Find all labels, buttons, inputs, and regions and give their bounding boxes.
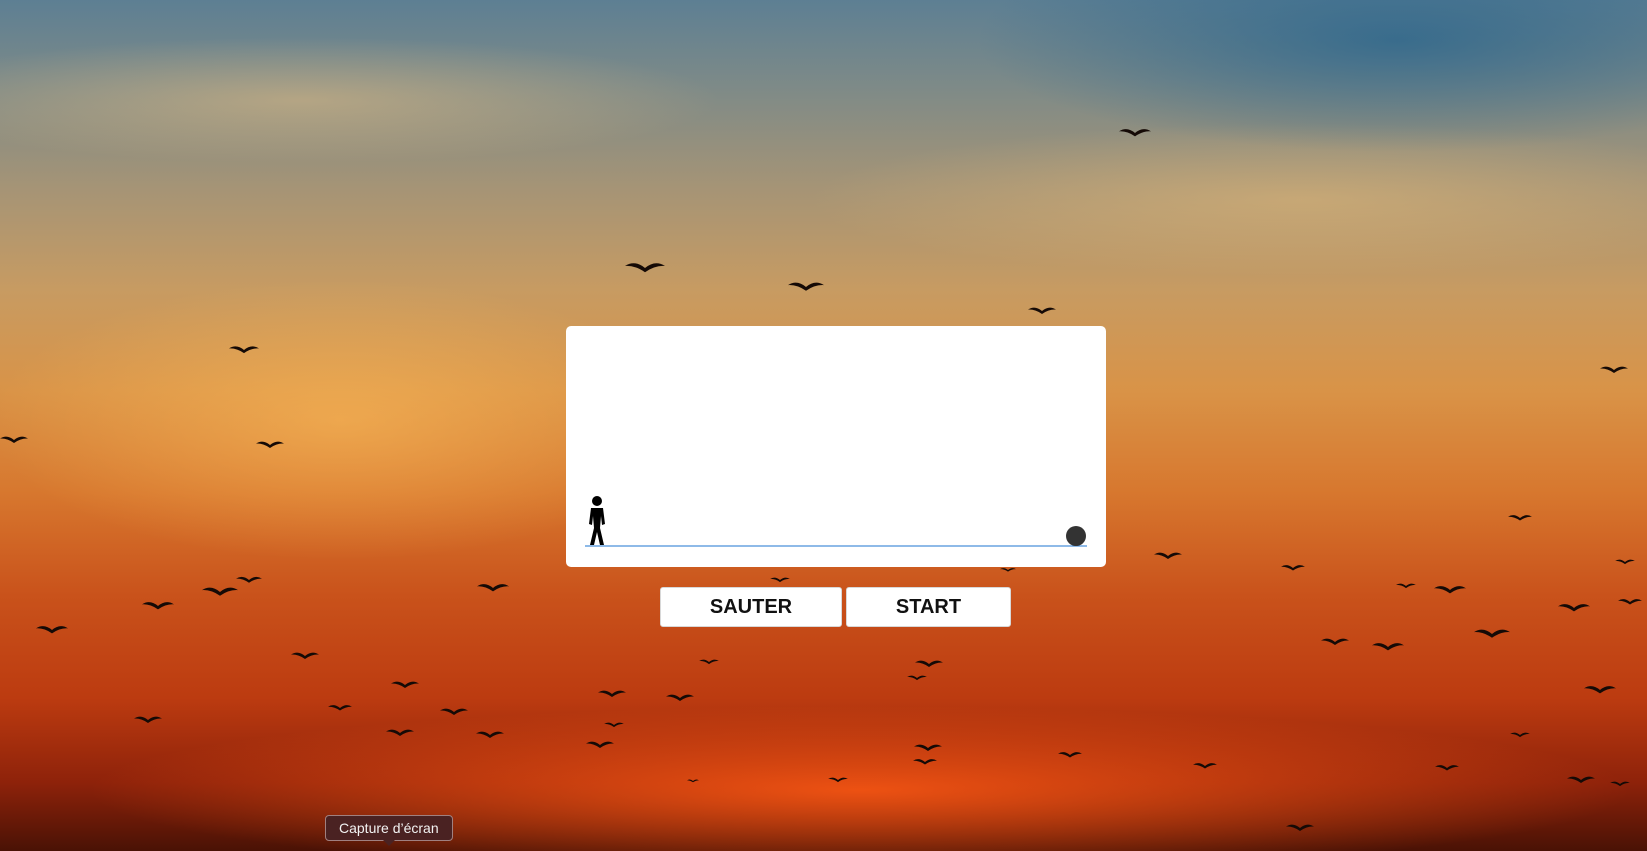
bird-silhouette <box>1000 568 1016 572</box>
bird-silhouette <box>1286 824 1314 831</box>
bird-silhouette <box>625 263 665 273</box>
bird-silhouette <box>1281 565 1305 571</box>
bird-silhouette <box>386 729 414 736</box>
stick-figure-player-icon <box>589 496 605 545</box>
bird-silhouette <box>687 779 699 783</box>
bird-silhouette <box>134 716 162 723</box>
bird-silhouette <box>1058 752 1082 758</box>
bird-silhouette <box>1474 629 1510 638</box>
bird-silhouette <box>236 576 262 583</box>
bird-silhouette <box>788 282 824 291</box>
bird-silhouette <box>1567 776 1595 783</box>
bird-silhouette <box>915 660 943 667</box>
bird-silhouette <box>0 436 28 443</box>
bird-silhouette <box>440 708 468 715</box>
bird-silhouette <box>1435 765 1459 771</box>
bird-silhouette <box>666 694 694 701</box>
bird-silhouette <box>1119 129 1151 137</box>
bird-silhouette <box>770 577 790 583</box>
bird-silhouette <box>586 741 614 748</box>
bird-silhouette <box>1396 583 1416 589</box>
bird-silhouette <box>291 652 319 659</box>
bird-silhouette <box>1584 686 1616 694</box>
game-canvas[interactable] <box>566 326 1106 567</box>
bird-silhouette <box>476 731 504 738</box>
bird-silhouette <box>1372 643 1404 651</box>
bird-silhouette <box>913 759 937 765</box>
bird-silhouette <box>1600 366 1628 373</box>
screenshot-tooltip: Capture d’écran <box>325 815 453 841</box>
bird-silhouette <box>1510 732 1530 738</box>
bird-silhouette <box>36 626 68 634</box>
bird-silhouette <box>477 584 509 592</box>
start-button[interactable]: START <box>846 587 1011 627</box>
bird-silhouette <box>699 659 719 665</box>
bird-silhouette <box>1154 552 1182 559</box>
ball-obstacle-icon <box>1066 526 1086 546</box>
bird-silhouette <box>598 690 626 697</box>
bird-silhouette <box>604 722 624 728</box>
bird-silhouette <box>1610 781 1630 787</box>
jump-button[interactable]: SAUTER <box>660 587 842 627</box>
bird-silhouette <box>828 777 848 783</box>
bird-silhouette <box>1558 604 1590 612</box>
bird-silhouette <box>202 587 238 596</box>
bird-silhouette <box>1508 515 1532 521</box>
bird-silhouette <box>1615 559 1635 565</box>
bird-silhouette <box>907 675 927 681</box>
bird-silhouette <box>229 346 259 354</box>
bird-silhouette <box>1434 586 1466 594</box>
bird-silhouette <box>914 744 942 751</box>
bird-silhouette <box>1193 763 1217 769</box>
bird-silhouette <box>1618 599 1642 605</box>
tooltip-arrow <box>383 840 395 846</box>
bird-silhouette <box>256 441 284 448</box>
bird-silhouette <box>142 602 174 610</box>
bird-silhouette <box>1028 307 1056 314</box>
bird-silhouette <box>391 681 419 688</box>
bird-silhouette <box>1321 638 1349 645</box>
bird-silhouette <box>328 705 352 711</box>
